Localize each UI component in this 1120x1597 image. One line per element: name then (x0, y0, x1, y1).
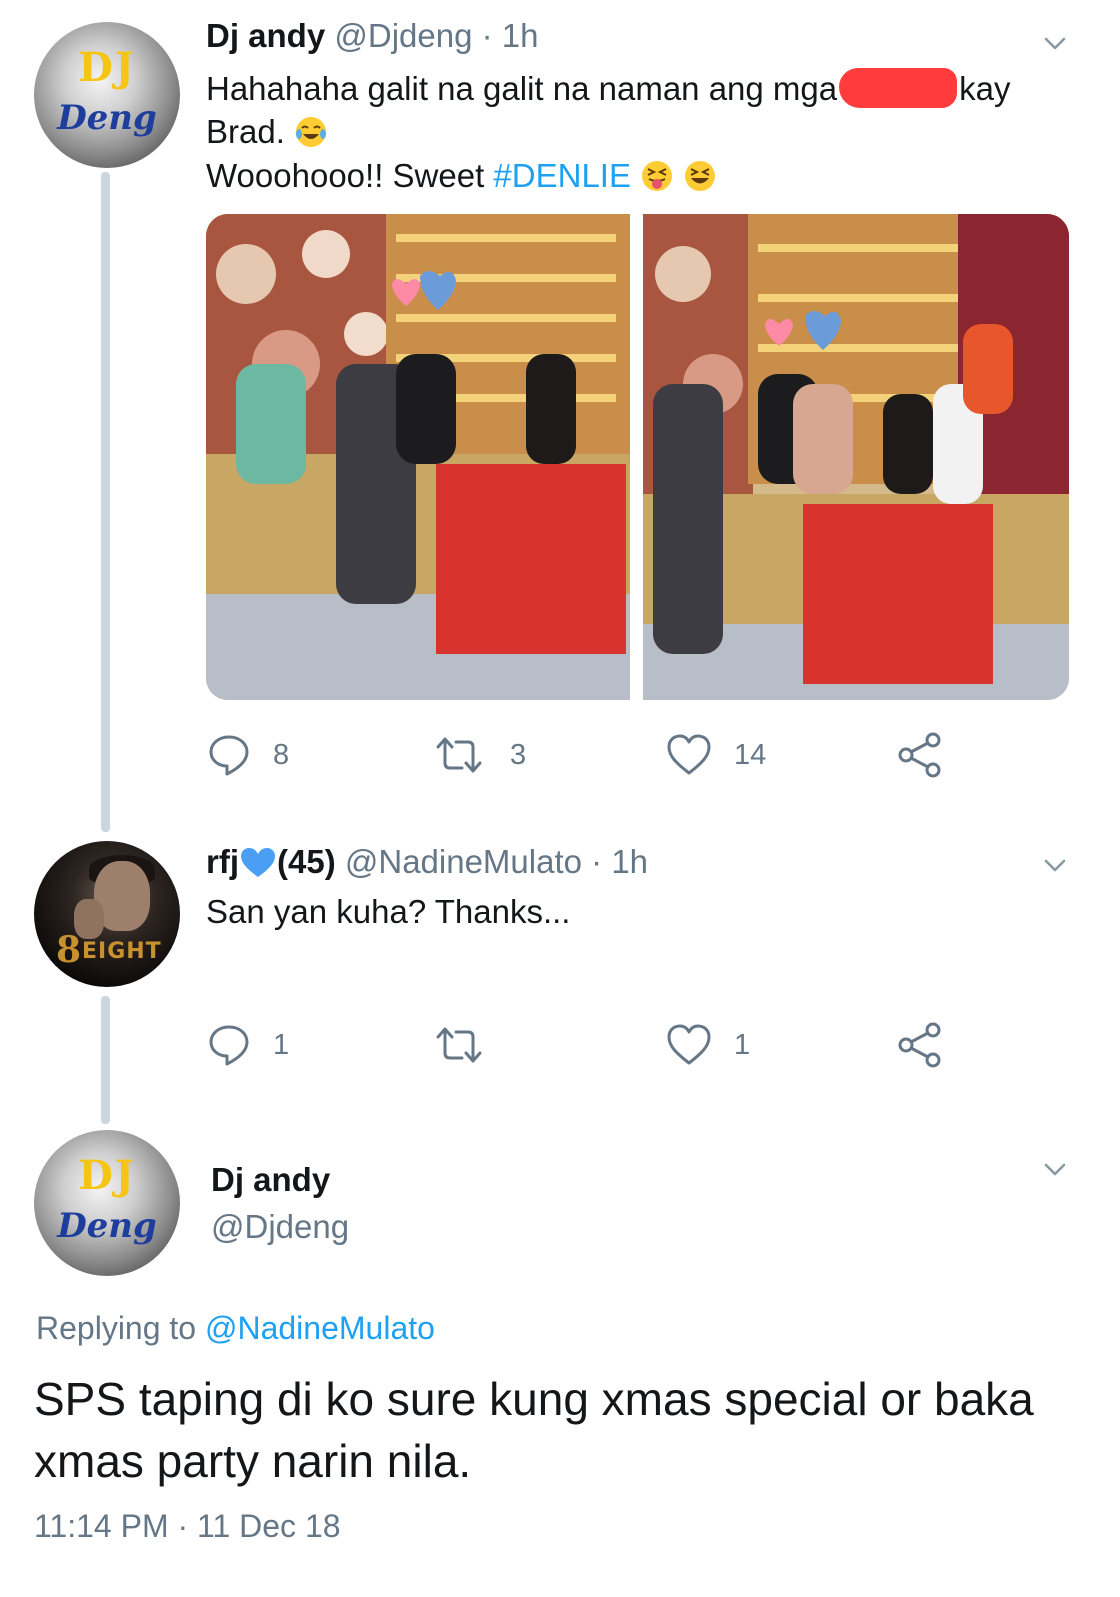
display-name[interactable]: rfj (206, 843, 239, 880)
avatar[interactable]: DJ Deng (34, 1130, 180, 1276)
tweet-photo-1[interactable] (206, 214, 630, 700)
heart-icon (667, 1024, 711, 1065)
retweet-count: 3 (510, 738, 527, 771)
tweet-text-part: Hahahaha galit na galit na naman ang mga (206, 70, 838, 107)
heart-icon (667, 734, 711, 775)
photo-image (206, 214, 630, 700)
thread-line (101, 996, 110, 1124)
tweet-photo-2[interactable] (643, 214, 1069, 700)
avatar-logo-text: EIGHT (82, 939, 162, 964)
handle[interactable]: @Djdeng (211, 1207, 349, 1247)
separator-dot: · (591, 843, 603, 880)
avatar-text-bottom: Deng (57, 1206, 157, 1246)
reply-icon (209, 1025, 249, 1066)
chevron-down-icon[interactable] (1043, 854, 1067, 878)
tweet-text-line-2: Brad. (206, 110, 328, 154)
retweet-button[interactable]: 3 (434, 735, 526, 775)
tweet-text: SPS taping di ko sure kung xmas special … (34, 1373, 1034, 1487)
tongue-out-emoji-icon (642, 161, 673, 191)
avatar[interactable]: DJ Deng (34, 22, 180, 168)
blue-heart-icon (241, 848, 275, 877)
handle[interactable]: @Djdeng (334, 17, 472, 54)
handle-text[interactable]: @Djdeng (211, 1208, 349, 1245)
chevron-down-icon[interactable] (1043, 1158, 1067, 1182)
retweet-button[interactable] (434, 1025, 506, 1065)
tweet-text-part: Wooohooo!! Sweet (206, 157, 494, 194)
display-name-suffix[interactable]: (45) (277, 843, 336, 880)
chevron-down-icon[interactable] (1043, 32, 1067, 56)
grinning-squint-emoji-icon (685, 161, 716, 191)
avatar-text-top: DJ (78, 44, 136, 91)
display-name-text[interactable]: Dj andy (211, 1161, 330, 1198)
redaction-mark (839, 68, 958, 108)
tweet-text-part: kay (959, 70, 1011, 107)
avatar[interactable]: 8 EIGHT (34, 841, 180, 987)
tweet-text: San yan kuha? Thanks... (206, 893, 571, 930)
display-name[interactable]: Dj andy (206, 17, 325, 54)
reply-button[interactable]: 1 (207, 1023, 289, 1067)
reply-button[interactable]: 8 (207, 733, 289, 777)
tweet-text-part: Brad. (206, 113, 285, 150)
like-count: 14 (734, 738, 767, 771)
tears-of-joy-emoji-icon (296, 117, 327, 147)
retweet-icon (436, 737, 482, 773)
share-icon[interactable] (897, 1022, 943, 1068)
hashtag-link[interactable]: #DENLIE (493, 157, 631, 194)
retweet-icon (436, 1027, 482, 1063)
reply-count: 8 (273, 738, 290, 771)
handle[interactable]: @NadineMulato (345, 843, 582, 880)
share-icon[interactable] (897, 732, 943, 778)
like-count: 1 (734, 1028, 751, 1061)
avatar-text-top: DJ (78, 1152, 136, 1199)
photo-image (643, 214, 1069, 700)
like-button[interactable]: 14 (666, 733, 766, 777)
tweet-header: Dj andy @Djdeng · 1h (206, 16, 539, 56)
replying-to: Replying to @NadineMulato (36, 1310, 435, 1347)
reply-icon (209, 735, 249, 776)
tweet-time[interactable]: 1h (611, 843, 648, 880)
avatar-logo-mark: 8 (56, 929, 82, 971)
thread-line (101, 172, 110, 832)
tweet-time[interactable]: 1h (502, 17, 539, 54)
tweet-timestamp[interactable]: 11:14 PM · 11 Dec 18 (34, 1508, 341, 1545)
tweet-header: rfj (45) @NadineMulato · 1h (206, 842, 648, 882)
reply-count: 1 (273, 1028, 290, 1061)
tweet-text-line-1: Hahahaha galit na galit na naman ang mga… (206, 67, 1010, 111)
replying-to-label: Replying to (36, 1310, 205, 1346)
mention-link[interactable]: @NadineMulato (205, 1310, 435, 1346)
separator-dot: · (481, 17, 493, 54)
display-name[interactable]: Dj andy (211, 1160, 330, 1200)
avatar-text-bottom: Deng (57, 98, 157, 138)
like-button[interactable]: 1 (666, 1023, 750, 1067)
tweet-text-line-3: Wooohooo!! Sweet #DENLIE (206, 154, 717, 198)
